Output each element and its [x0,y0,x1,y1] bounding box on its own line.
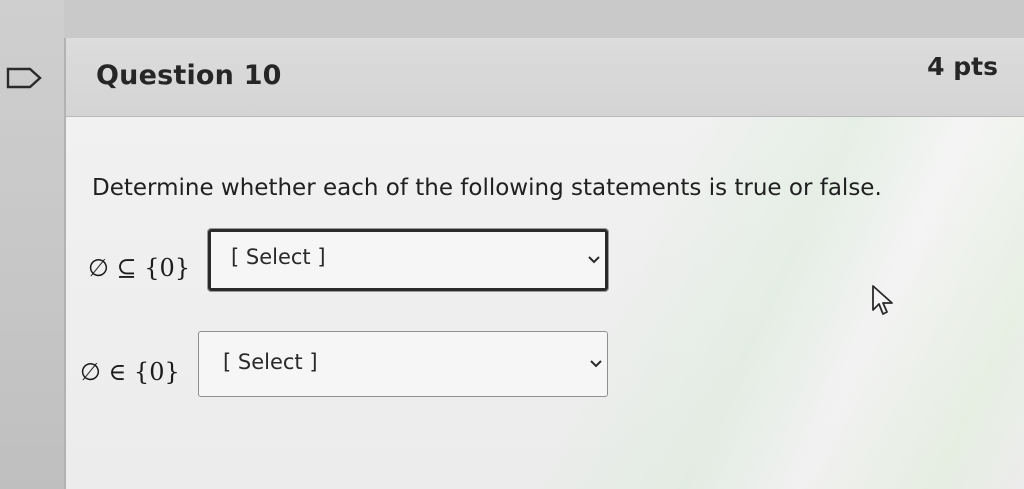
chevron-down-icon [590,360,602,368]
question-points: 4 pts [927,52,998,81]
select-value: [ Select ] [231,245,326,269]
question-title: Question 10 [96,60,282,91]
statement-1-select[interactable]: [ Select ] [207,228,609,292]
select-value: [ Select ] [223,350,318,374]
left-margin [0,0,64,489]
question-header: Question 10 4 pts [66,38,1024,117]
chevron-down-icon [588,256,600,264]
flag-outline-icon[interactable] [4,66,44,90]
statement-2: ∅ ∈ {0} [80,358,180,386]
statement-2-select[interactable]: [ Select ] [198,331,608,397]
cursor-icon [872,285,893,315]
statement-1: ∅ ⊆ {0} [88,254,191,282]
question-instructions: Determine whether each of the following … [92,175,882,201]
question-card: Question 10 4 pts Determine whether each… [64,38,1024,489]
